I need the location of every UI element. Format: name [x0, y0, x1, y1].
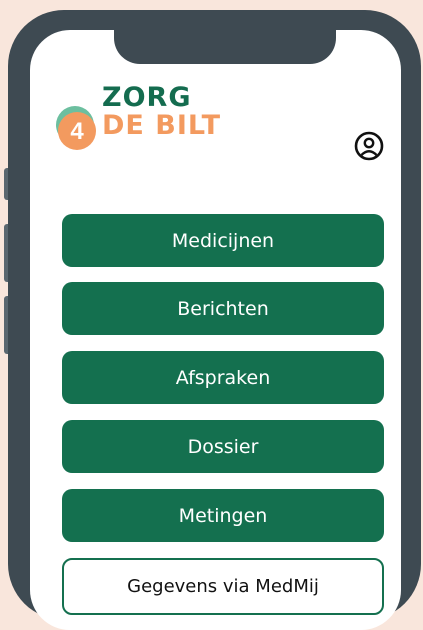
menu-button-berichten[interactable]: Berichten	[62, 282, 384, 335]
phone-frame: 4 ZORG DE BILT Medicijnen Berichten Afsp…	[8, 10, 421, 630]
app-logo: 4 ZORG DE BILT	[55, 84, 245, 159]
logo-mark-icon: 4	[56, 106, 96, 150]
medmij-button[interactable]: Gegevens via MedMij	[62, 558, 384, 615]
logo-wordmark: ZORG DE BILT	[102, 84, 221, 140]
menu-button-afspraken[interactable]: Afspraken	[62, 351, 384, 404]
menu-button-dossier[interactable]: Dossier	[62, 420, 384, 473]
logo-line-2: DE BILT	[102, 110, 222, 141]
phone-notch	[114, 30, 336, 64]
user-circle-icon[interactable]	[354, 131, 384, 161]
logo-badge-number: 4	[70, 118, 84, 145]
logo-line-1: ZORG	[102, 82, 192, 113]
menu-button-medicijnen[interactable]: Medicijnen	[62, 214, 384, 267]
phone-screen: 4 ZORG DE BILT Medicijnen Berichten Afsp…	[30, 30, 401, 630]
menu-button-metingen[interactable]: Metingen	[62, 489, 384, 542]
